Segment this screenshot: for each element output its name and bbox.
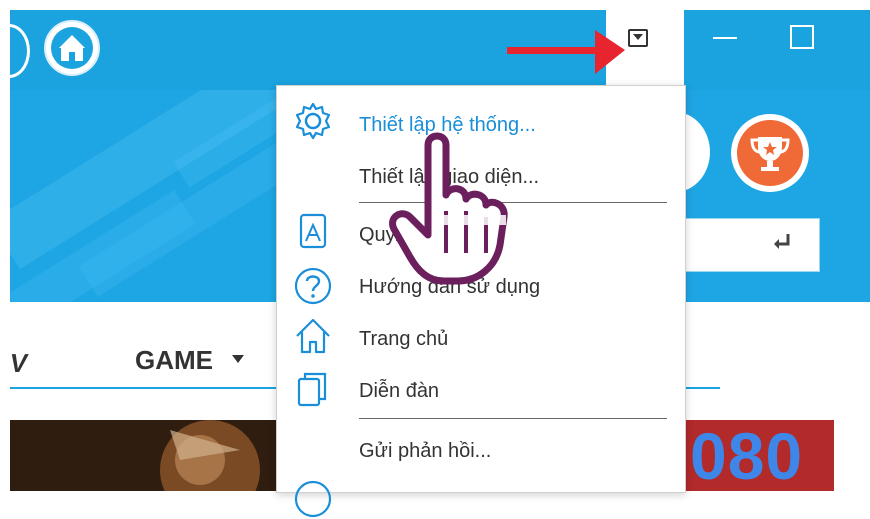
help-icon: [294, 267, 332, 305]
chevron-down-icon[interactable]: [232, 355, 244, 363]
menu-item-send-feedback[interactable]: Gửi phản hồi...: [359, 440, 491, 463]
hand-pointer-icon: [389, 132, 508, 285]
menu-separator: [359, 418, 667, 419]
title-bar: [0, 10, 870, 90]
game-thumbnail[interactable]: [10, 420, 276, 491]
book-icon: [299, 213, 327, 249]
info-icon: [294, 480, 332, 518]
minimize-icon[interactable]: [713, 37, 737, 39]
trophy-button[interactable]: [731, 114, 809, 192]
dropdown-menu-icon[interactable]: [628, 29, 648, 47]
tent-logo-icon[interactable]: [44, 20, 100, 76]
home-icon: [296, 318, 330, 354]
nav-tab-game[interactable]: GAME: [135, 345, 213, 376]
maximize-icon[interactable]: [790, 25, 814, 49]
app-logo-partial: [0, 24, 30, 78]
trophy-icon: [737, 120, 803, 186]
enter-icon[interactable]: [772, 232, 792, 252]
search-input[interactable]: [682, 218, 820, 272]
menu-item-forum[interactable]: Diễn đàn: [359, 380, 439, 403]
menu-item-home[interactable]: Trang chủ: [359, 328, 448, 351]
gear-icon: [295, 102, 331, 140]
promo-number: 080: [690, 419, 804, 493]
red-pointer-arrow: [507, 30, 625, 74]
forum-icon: [297, 372, 327, 407]
